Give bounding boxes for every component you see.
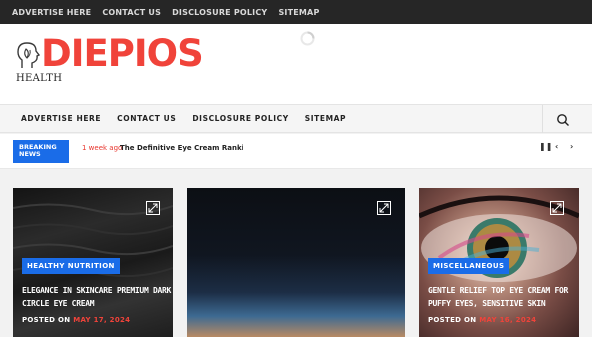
nav-divider — [542, 105, 543, 133]
chevron-right-icon[interactable]: › — [570, 142, 573, 151]
posted-label: POSTED ON — [22, 316, 71, 324]
article-card[interactable]: MISCELLANEOUS GENTLE RELIEF TOP EYE CREA… — [419, 188, 579, 337]
ticker-headline[interactable]: The Definitive Eye Cream Ranking Disco — [120, 144, 243, 152]
nav-contact[interactable]: CONTACT US — [117, 114, 176, 123]
ticker-time: 1 week ago — [82, 144, 123, 152]
top-bar: ADVERTISE HERE CONTACT US DISCLOSURE POL… — [0, 0, 592, 24]
top-link-contact[interactable]: CONTACT US — [102, 8, 161, 17]
search-icon[interactable] — [556, 113, 570, 127]
category-badge[interactable]: MISCELLANEOUS — [428, 258, 510, 274]
breaking-news-bar: BREAKING NEWS 1 week ago The Definitive … — [0, 134, 592, 169]
top-link-sitemap[interactable]: SITEMAP — [278, 8, 319, 17]
expand-icon[interactable] — [146, 201, 160, 215]
nav-advertise[interactable]: ADVERTISE HERE — [21, 114, 101, 123]
expand-icon[interactable] — [377, 201, 391, 215]
pause-icon[interactable]: ❚❚ — [539, 142, 552, 151]
site-tagline: HEALTH — [16, 73, 63, 84]
card-title[interactable]: GENTLE RELIEF TOP EYE CREAM FOR PUFFY EY… — [428, 284, 578, 310]
head-leaf-logo-icon[interactable] — [14, 41, 40, 71]
top-link-disclosure[interactable]: DISCLOSURE POLICY — [172, 8, 267, 17]
card-meta: POSTED ON MAY 17, 2024 — [22, 316, 130, 324]
posted-label: POSTED ON — [428, 316, 477, 324]
article-card[interactable] — [187, 188, 405, 337]
breaking-news-badge: BREAKING NEWS — [13, 140, 69, 163]
expand-icon[interactable] — [550, 201, 564, 215]
site-logo[interactable]: DIEPIOS — [41, 33, 204, 75]
main-nav: ADVERTISE HERE CONTACT US DISCLOSURE POL… — [0, 104, 592, 133]
chevron-left-icon[interactable]: ‹ — [555, 142, 558, 151]
loading-icon — [300, 31, 315, 46]
card-title[interactable]: ELEGANCE IN SKINCARE PREMIUM DARK CIRCLE… — [22, 284, 172, 310]
card-meta: POSTED ON MAY 16, 2024 — [428, 316, 536, 324]
top-link-advertise[interactable]: ADVERTISE HERE — [12, 8, 91, 17]
post-date[interactable]: MAY 16, 2024 — [479, 316, 536, 324]
nav-disclosure[interactable]: DISCLOSURE POLICY — [192, 114, 288, 123]
article-card[interactable]: HEALTHY NUTRITION ELEGANCE IN SKINCARE P… — [13, 188, 173, 337]
nav-sitemap[interactable]: SITEMAP — [305, 114, 346, 123]
category-badge[interactable]: HEALTHY NUTRITION — [22, 258, 120, 274]
post-date[interactable]: MAY 17, 2024 — [73, 316, 130, 324]
